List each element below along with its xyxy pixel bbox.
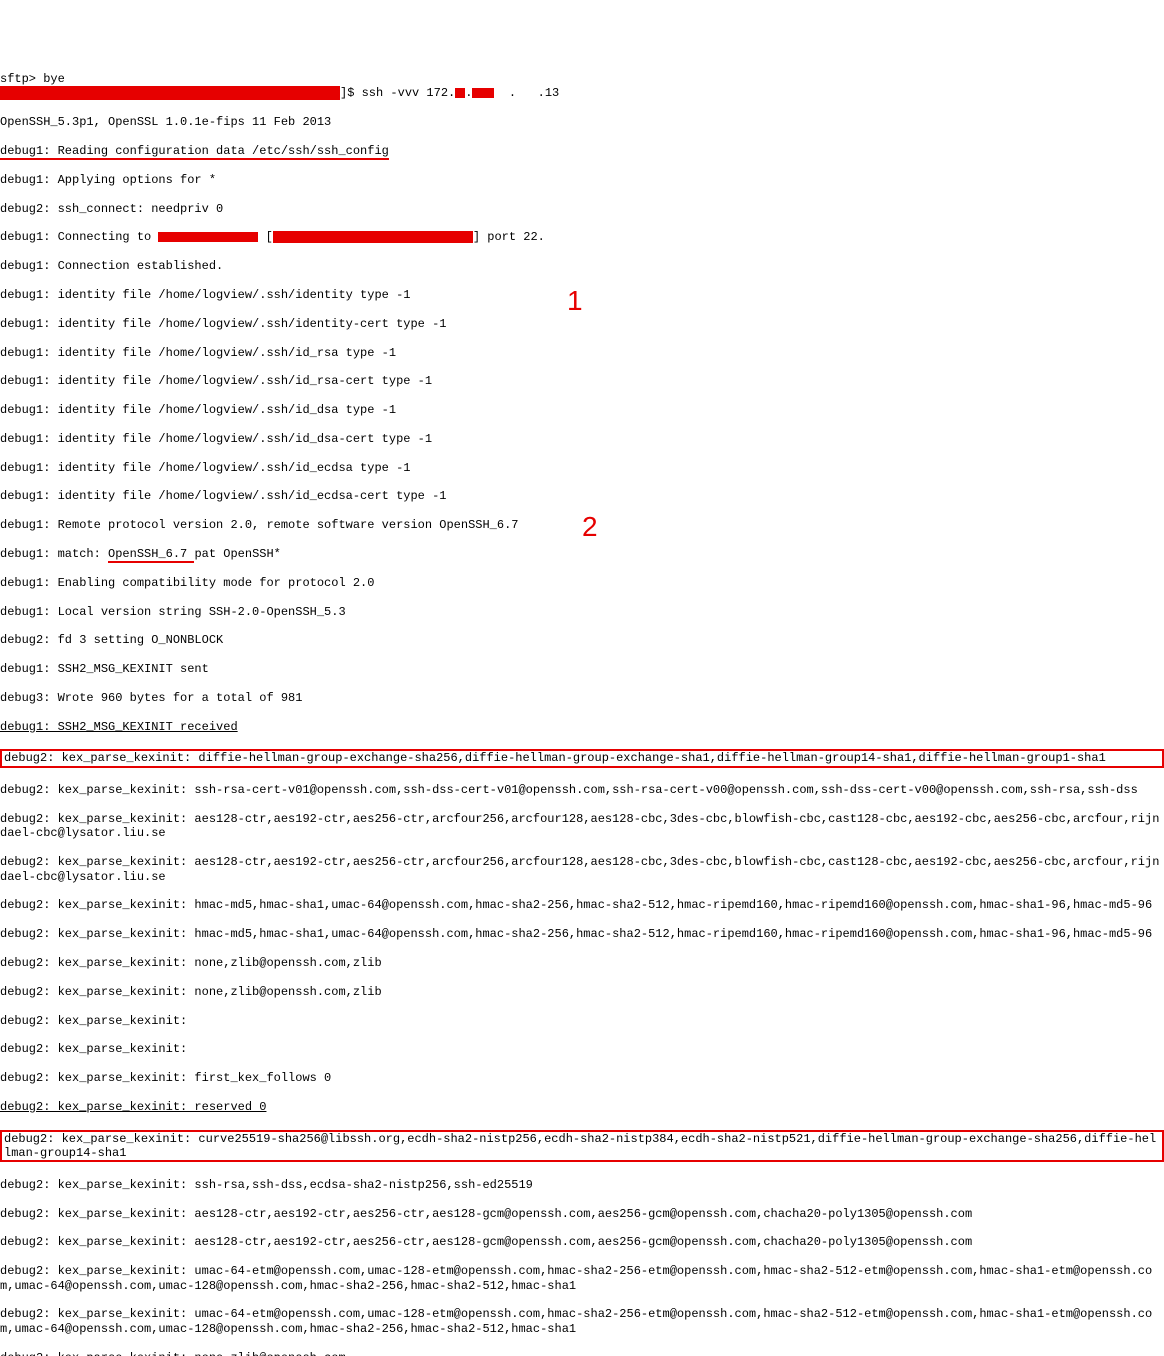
- output-line: debug1: Local version string SSH-2.0-Ope…: [0, 605, 1164, 619]
- output-line: debug2: kex_parse_kexinit: hmac-md5,hmac…: [0, 927, 1164, 941]
- output-line: OpenSSH_5.3p1, OpenSSL 1.0.1e-fips 11 Fe…: [0, 115, 1164, 129]
- output-line: debug2: kex_parse_kexinit: reserved 0: [0, 1100, 1164, 1114]
- output-line: debug2: kex_parse_kexinit: ssh-rsa-cert-…: [0, 783, 1164, 797]
- output-line: debug1: identity file /home/logview/.ssh…: [0, 288, 1164, 302]
- redacted-hostname: [0, 86, 340, 100]
- output-line: debug1: identity file /home/logview/.ssh…: [0, 346, 1164, 360]
- output-line: debug2: kex_parse_kexinit: none,zlib@ope…: [0, 985, 1164, 999]
- output-line: debug1: identity file /home/logview/.ssh…: [0, 489, 1164, 503]
- highlighted-box-2: debug2: kex_parse_kexinit: curve25519-sh…: [0, 1130, 1164, 1163]
- output-line: debug1: Connecting to [ ] port 22.: [0, 230, 1164, 244]
- output-line: debug1: SSH2_MSG_KEXINIT sent: [0, 662, 1164, 676]
- output-line: debug1: Enabling compatibility mode for …: [0, 576, 1164, 590]
- output-line: debug1: identity file /home/logview/.ssh…: [0, 374, 1164, 388]
- prompt-suffix: ]$: [340, 87, 362, 101]
- output-line: debug1: identity file /home/logview/.ssh…: [0, 317, 1164, 331]
- output-line: debug1: Connection established.: [0, 259, 1164, 273]
- output-line: debug2: kex_parse_kexinit: hmac-md5,hmac…: [0, 898, 1164, 912]
- output-line: debug2: ssh_connect: needpriv 0: [0, 202, 1164, 216]
- output-line: debug2: kex_parse_kexinit: aes128-ctr,ae…: [0, 1235, 1164, 1249]
- text: ] port 22.: [473, 230, 545, 244]
- output-line: debug1: identity file /home/logview/.ssh…: [0, 403, 1164, 417]
- output-line: debug2: kex_parse_kexinit:: [0, 1042, 1164, 1056]
- output-line: debug2: kex_parse_kexinit: umac-64-etm@o…: [0, 1307, 1164, 1336]
- prompt-line: sftp> bye ]$ ssh -vvv 172.. . .13: [0, 72, 1164, 101]
- ssh-command: ssh -vvv 172.: [362, 87, 456, 101]
- output-line: debug1: Reading configuration data /etc/…: [0, 144, 1164, 158]
- underlined-text: debug1: SSH2_MSG_KEXINIT received: [0, 720, 238, 734]
- output-line: debug2: kex_parse_kexinit: none,zlib@ope…: [0, 1351, 1164, 1356]
- prompt-prefix: sftp> bye: [0, 72, 65, 86]
- text: [: [258, 230, 272, 244]
- underlined-text: debug1: Reading configuration data /etc/…: [0, 144, 389, 160]
- output-line: debug2: kex_parse_kexinit: umac-64-etm@o…: [0, 1264, 1164, 1293]
- output-line: debug1: Remote protocol version 2.0, rem…: [0, 518, 1164, 532]
- output-line: debug1: match: OpenSSH_6.7 pat OpenSSH*: [0, 547, 1164, 561]
- redacted-ip1: [455, 88, 465, 98]
- output-line: debug1: identity file /home/logview/.ssh…: [0, 461, 1164, 475]
- output-line: debug2: kex_parse_kexinit: aes128-ctr,ae…: [0, 1207, 1164, 1221]
- text: debug1: match:: [0, 547, 108, 561]
- text: debug1: Connecting to: [0, 230, 158, 244]
- underlined-text: debug2: kex_parse_kexinit: reserved 0: [0, 1100, 266, 1114]
- output-line: debug1: SSH2_MSG_KEXINIT received: [0, 720, 1164, 734]
- text: pat OpenSSH*: [194, 547, 280, 561]
- redacted-host: [158, 232, 258, 242]
- underlined-match: OpenSSH_6.7: [108, 547, 194, 563]
- output-line: debug2: fd 3 setting O_NONBLOCK: [0, 633, 1164, 647]
- output-line: debug2: kex_parse_kexinit: none,zlib@ope…: [0, 956, 1164, 970]
- output-line: debug3: Wrote 960 bytes for a total of 9…: [0, 691, 1164, 705]
- ssh-ip-tail: . .13: [494, 87, 559, 101]
- highlighted-box-1: debug2: kex_parse_kexinit: diffie-hellma…: [0, 749, 1164, 767]
- output-line: debug2: kex_parse_kexinit: aes128-ctr,ae…: [0, 812, 1164, 841]
- terminal-output: sftp> bye ]$ ssh -vvv 172.. . .13 OpenSS…: [0, 58, 1164, 1356]
- output-line: debug2: kex_parse_kexinit: first_kex_fol…: [0, 1071, 1164, 1085]
- output-line: debug2: kex_parse_kexinit:: [0, 1014, 1164, 1028]
- output-line: debug2: kex_parse_kexinit: aes128-ctr,ae…: [0, 855, 1164, 884]
- output-line: debug1: Applying options for *: [0, 173, 1164, 187]
- redacted-ip2: [472, 88, 494, 98]
- output-line: debug1: identity file /home/logview/.ssh…: [0, 432, 1164, 446]
- redacted-ip-full: [273, 231, 473, 243]
- output-line: debug2: kex_parse_kexinit: ssh-rsa,ssh-d…: [0, 1178, 1164, 1192]
